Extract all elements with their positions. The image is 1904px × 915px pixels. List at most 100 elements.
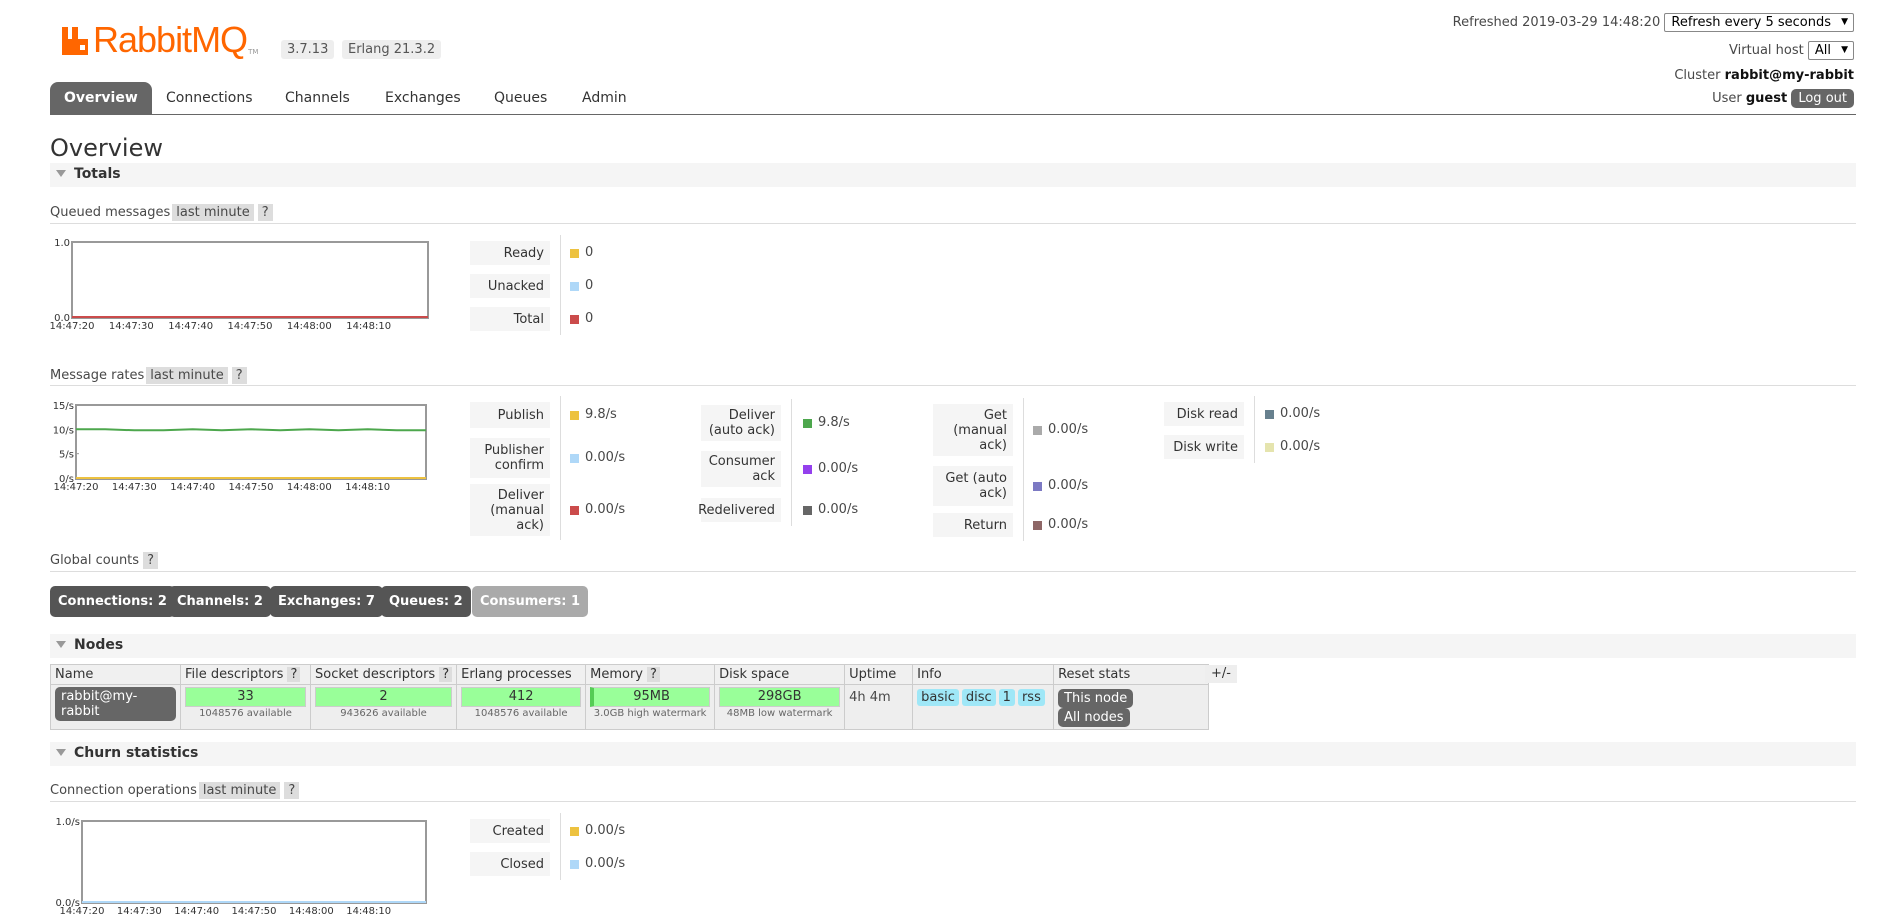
reset-cell: This node All nodes: [1053, 684, 1210, 730]
refreshed-time: 2019-03-29 14:48:20: [1522, 15, 1661, 30]
main-tabs: Overview Connections Channels Exchanges …: [50, 82, 1856, 115]
section-totals[interactable]: Totals: [50, 163, 1856, 187]
tab-queues[interactable]: Queues: [494, 82, 547, 115]
rate-label: Publisher confirm: [470, 438, 550, 478]
logo-text: RabbitMQ: [93, 19, 248, 60]
ep-bar: 412: [461, 687, 582, 707]
ep-cell: 412 1048576 available: [456, 684, 587, 730]
tab-channels[interactable]: Channels: [285, 82, 350, 115]
color-swatch-icon: [803, 418, 812, 428]
col-erlang-processes: Erlang processes: [456, 664, 587, 685]
tab-overview[interactable]: Overview: [50, 82, 152, 115]
section-churn-title: Churn statistics: [74, 745, 199, 761]
section-churn[interactable]: Churn statistics: [50, 742, 1856, 766]
channels-count-button[interactable]: Channels: 2: [169, 586, 271, 617]
version-badge: 3.7.13: [281, 40, 335, 59]
nodes-table: Name File descriptors? Socket descriptor…: [50, 664, 1210, 730]
rate-value: 0.00/s: [1265, 402, 1320, 426]
fd-available: 1048576 available: [199, 708, 292, 719]
sd-cell: 2 943626 available: [309, 684, 458, 730]
info-tag-count[interactable]: 1: [998, 689, 1015, 706]
col-reset-stats: Reset stats: [1053, 664, 1210, 685]
page-title: Overview: [50, 134, 163, 162]
rabbit-logo-icon: [60, 23, 90, 57]
rates-help-button[interactable]: ?: [231, 367, 247, 384]
exchanges-count-button[interactable]: Exchanges: 7: [270, 586, 383, 617]
memory-bar: 95MB: [590, 687, 711, 707]
columns-toggle-button[interactable]: +/-: [1205, 665, 1237, 683]
x-tick-label: 14:48:10: [346, 906, 391, 915]
y-tick-label: 10/s: [53, 425, 74, 436]
x-tick-label: 14:47:40: [170, 482, 215, 493]
rate-value: 0.00/s: [1033, 513, 1088, 537]
fd-bar: 33: [185, 687, 306, 707]
refresh-select[interactable]: Refresh every 5 seconds: [1664, 13, 1854, 32]
queued-chart-frame: [71, 241, 429, 319]
color-swatch-icon: [570, 281, 579, 291]
message-rates-title: Message rates: [50, 368, 145, 383]
tab-admin[interactable]: Admin: [582, 82, 627, 115]
legend-divider: [1023, 398, 1024, 541]
reset-this-node-button[interactable]: This node: [1058, 689, 1134, 708]
rate-value: 9.8/s: [570, 402, 617, 428]
col-disk-space: Disk space: [714, 664, 846, 685]
reset-all-nodes-button[interactable]: All nodes: [1058, 708, 1130, 727]
section-totals-title: Totals: [74, 166, 121, 182]
rate-label: Disk read: [1164, 402, 1244, 426]
legend-divider: [560, 396, 561, 540]
churn-value: 0.00/s: [570, 819, 625, 843]
info-tag-rss[interactable]: rss: [1017, 689, 1045, 706]
info-tag-disc[interactable]: disc: [961, 689, 996, 706]
memory-help-button[interactable]: ?: [646, 667, 660, 682]
info-cell: basic disc 1 rss: [912, 684, 1055, 730]
col-file-descriptors: File descriptors?: [180, 664, 311, 685]
x-tick-label: 14:47:20: [50, 321, 94, 332]
connection-operations-header: Connection operations last minute?: [50, 782, 300, 799]
fd-help-button[interactable]: ?: [287, 667, 301, 682]
y-tick-label: 1.0: [54, 238, 70, 249]
disk-cell: 298GB 48MB low watermark: [714, 684, 846, 730]
x-tick-label: 14:48:10: [345, 482, 390, 493]
node-name-link[interactable]: rabbit@my-rabbit: [55, 687, 176, 721]
x-tick-label: 14:47:50: [229, 482, 274, 493]
rate-label: Disk write: [1164, 435, 1244, 459]
global-help-button[interactable]: ?: [143, 552, 158, 569]
section-nodes[interactable]: Nodes: [50, 634, 1856, 658]
color-swatch-icon: [570, 314, 579, 324]
queued-range-toggle[interactable]: last minute: [172, 204, 254, 221]
disk-watermark: 48MB low watermark: [726, 708, 833, 719]
memory-cell: 95MB 3.0GB high watermark: [585, 684, 716, 730]
rate-value: 0.00/s: [1033, 466, 1088, 506]
x-tick-label: 14:48:00: [287, 321, 332, 332]
rate-value: 0.00/s: [1033, 404, 1088, 456]
info-tag-basic[interactable]: basic: [917, 689, 959, 706]
rates-range-toggle[interactable]: last minute: [146, 367, 228, 384]
sd-help-button[interactable]: ?: [439, 667, 453, 682]
legend-divider: [560, 235, 561, 335]
queued-messages-title: Queued messages: [50, 205, 171, 220]
vhost-select[interactable]: All: [1807, 41, 1854, 60]
erlang-badge: Erlang 21.3.2: [342, 40, 442, 59]
message-rates-header: Message rates last minute?: [50, 367, 247, 384]
queued-label: Total: [470, 307, 550, 331]
consumers-count-button[interactable]: Consumers: 1: [472, 586, 589, 617]
tab-exchanges[interactable]: Exchanges: [385, 82, 461, 115]
ep-available: 1048576 available: [474, 708, 568, 719]
tab-connections[interactable]: Connections: [166, 82, 253, 115]
legend-divider: [791, 399, 792, 526]
connection-operations-title: Connection operations: [50, 783, 197, 798]
churn-range-toggle[interactable]: last minute: [198, 782, 281, 799]
uptime-cell: 4h 4m: [844, 684, 914, 730]
churn-help-button[interactable]: ?: [284, 782, 300, 799]
rate-label: Get (auto ack): [933, 466, 1013, 506]
rate-value: 0.00/s: [570, 484, 625, 536]
queued-value: 0: [570, 241, 593, 265]
queued-help-button[interactable]: ?: [257, 204, 273, 221]
connections-count-button[interactable]: Connections: 2: [50, 586, 175, 617]
queues-count-button[interactable]: Queues: 2: [381, 586, 471, 617]
divider: [50, 801, 1856, 802]
rabbitmq-logo[interactable]: RabbitMQ TM: [60, 20, 258, 60]
color-swatch-icon: [1265, 409, 1274, 419]
vhost-row: Virtual host All: [1729, 41, 1854, 60]
churn-chart-frame: [81, 820, 427, 904]
